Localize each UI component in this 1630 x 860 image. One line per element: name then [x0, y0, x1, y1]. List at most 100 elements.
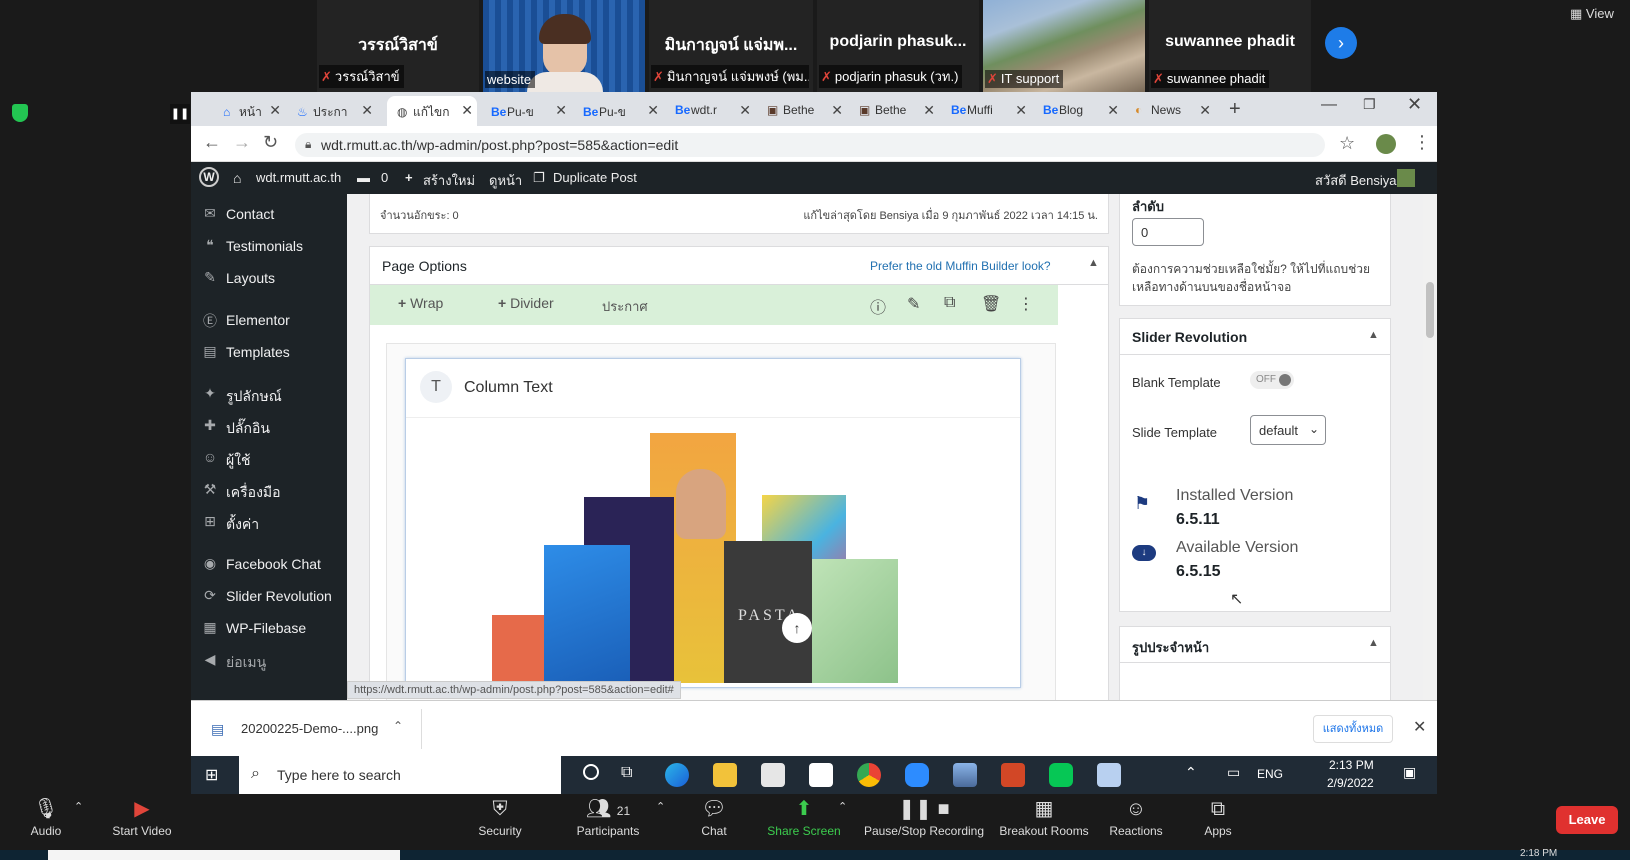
- more-options-icon[interactable]: ⋮: [1018, 294, 1034, 314]
- comment-count[interactable]: 0: [381, 170, 388, 185]
- duplicate-post-link[interactable]: Duplicate Post: [553, 170, 637, 185]
- wordpress-logo-icon[interactable]: W: [199, 167, 219, 187]
- edge-icon[interactable]: [665, 763, 689, 787]
- greeting-text[interactable]: สวัสดี Bensiya: [1315, 170, 1396, 191]
- show-all-downloads-button[interactable]: แสดงทั้งหมด: [1313, 715, 1393, 743]
- column-text-item[interactable]: T Column Text PASTA ↑: [405, 358, 1021, 688]
- network-icon[interactable]: ▭: [1227, 764, 1240, 781]
- start-video-button[interactable]: ▶︎ Start Video: [106, 794, 178, 838]
- participant-tile[interactable]: มินกาญจน์ แจ่มพ... ✗ มินกาญจน์ แจ่มพงษ์ (…: [649, 0, 813, 92]
- powerpoint-icon[interactable]: [1001, 763, 1025, 787]
- close-tab-icon[interactable]: ✕: [269, 102, 281, 119]
- audio-button[interactable]: 🎙︎ Audio: [26, 794, 66, 838]
- store-icon[interactable]: [761, 763, 785, 787]
- add-divider-button[interactable]: + Divider: [498, 295, 554, 311]
- prefer-old-builder-link[interactable]: Prefer the old Muffin Builder look?: [870, 259, 1051, 273]
- sidebar-item-tools[interactable]: ⚒ เครื่องมือ: [191, 474, 347, 506]
- duplicate-icon[interactable]: ⧉: [944, 294, 955, 312]
- minimize-window-button[interactable]: —: [1321, 96, 1337, 114]
- browser-tab[interactable]: ▣ Bethe ✕: [757, 96, 847, 126]
- browser-tab[interactable]: ▣ Bethe ✕: [849, 96, 939, 126]
- close-tab-icon[interactable]: ✕: [923, 102, 935, 119]
- sidebar-item-templates[interactable]: ▤ Templates: [191, 336, 347, 368]
- browser-tab-active[interactable]: ◍ แก้ไขก ✕: [387, 96, 477, 126]
- task-view-icon[interactable]: ⧉: [621, 764, 632, 782]
- sidebar-item-users[interactable]: ☺ ผู้ใช้: [191, 442, 347, 474]
- photos-icon[interactable]: [953, 763, 977, 787]
- sidebar-item-testimonials[interactable]: ❝ Testimonials: [191, 230, 347, 262]
- browser-tab[interactable]: Bewdt.r ✕: [665, 96, 755, 126]
- order-input[interactable]: 0: [1132, 218, 1204, 246]
- chevron-up-icon[interactable]: ⌃: [393, 719, 403, 733]
- collapse-arrow-icon[interactable]: ▲: [1368, 329, 1379, 341]
- sidebar-item-plugins[interactable]: ✚ ปลั๊กอิน: [191, 410, 347, 442]
- forward-button[interactable]: →: [233, 132, 251, 153]
- slider-panel-header[interactable]: Slider Revolution ▲: [1120, 319, 1390, 355]
- pause-stop-recording-button[interactable]: ❚❚ ■ Pause/Stop Recording: [862, 794, 986, 838]
- page-options-header[interactable]: Page Options Prefer the old Muffin Build…: [370, 247, 1108, 285]
- restore-window-button[interactable]: ❐: [1363, 96, 1376, 113]
- featured-panel-header[interactable]: รูปประจำหน้า ▲: [1120, 627, 1390, 663]
- participant-video-tile[interactable]: website: [483, 0, 645, 92]
- input-language[interactable]: ENG: [1257, 767, 1283, 781]
- next-page-button[interactable]: ›: [1325, 27, 1357, 59]
- browser-tab[interactable]: BeBlog ✕: [1033, 96, 1123, 126]
- participants-button[interactable]: 👥︎ 21 Participants: [572, 794, 644, 838]
- close-tab-icon[interactable]: ✕: [555, 102, 567, 119]
- blank-template-toggle[interactable]: OFF: [1250, 371, 1294, 389]
- url-field[interactable]: 🔒︎ wdt.rmutt.ac.th/wp-admin/post.php?pos…: [295, 133, 1325, 157]
- close-tab-icon[interactable]: ✕: [831, 102, 843, 119]
- leave-button[interactable]: Leave: [1556, 806, 1618, 834]
- browser-menu-button[interactable]: ⋮: [1413, 132, 1431, 153]
- notification-icon[interactable]: ▣: [1403, 764, 1416, 781]
- participant-video-tile[interactable]: ✗ IT support: [983, 0, 1145, 92]
- sidebar-item-elementor[interactable]: Ⓔ Elementor: [191, 304, 347, 336]
- security-button[interactable]: ⛨ Security: [472, 794, 528, 838]
- sidebar-item-layouts[interactable]: ✎ Layouts: [191, 262, 347, 294]
- view-page-link[interactable]: ดูหน้า: [489, 170, 522, 191]
- trash-icon[interactable]: 🗑︎: [981, 294, 1001, 314]
- line-app-icon[interactable]: [1049, 763, 1073, 787]
- slide-template-select[interactable]: default ⌄: [1250, 415, 1326, 445]
- browser-tab[interactable]: ♨ ประกา ✕: [287, 96, 377, 126]
- chat-button[interactable]: 💬︎ Chat: [694, 794, 734, 838]
- sidebar-item-appearance[interactable]: ✦ รูปลักษณ์: [191, 378, 347, 410]
- close-tab-icon[interactable]: ✕: [739, 102, 751, 119]
- share-screen-button[interactable]: ⬆︎ Share Screen: [766, 794, 842, 838]
- edit-pencil-icon[interactable]: ✎: [907, 294, 920, 314]
- sidebar-item-slider-revolution[interactable]: ⟳ Slider Revolution: [191, 580, 347, 612]
- share-options-chevron-icon[interactable]: ⌃: [838, 800, 847, 813]
- close-tab-icon[interactable]: ✕: [1015, 102, 1027, 119]
- site-name-link[interactable]: wdt.rmutt.ac.th: [256, 170, 341, 185]
- collapse-arrow-icon[interactable]: ▲: [1088, 257, 1099, 269]
- participant-tile[interactable]: podjarin phasuk... ✗ podjarin phasuk (วท.…: [817, 0, 979, 92]
- audio-options-chevron-icon[interactable]: ⌃: [74, 800, 83, 813]
- browser-tab[interactable]: ⌂ หน้า ✕: [213, 96, 285, 126]
- notepad-icon[interactable]: [1097, 763, 1121, 787]
- browser-tab[interactable]: BePu-ข ✕: [573, 96, 663, 126]
- breakout-rooms-button[interactable]: ▦ Breakout Rooms: [998, 794, 1090, 838]
- file-explorer-icon[interactable]: [713, 763, 737, 787]
- recording-pause-button[interactable]: ❚❚: [170, 104, 190, 124]
- collapse-arrow-icon[interactable]: ▲: [1368, 637, 1379, 649]
- participant-tile[interactable]: suwannee phadit ✗ suwannee phadit: [1149, 0, 1311, 92]
- info-icon[interactable]: ⓘ: [870, 294, 886, 318]
- participant-tile[interactable]: วรรณ์วิสาข์ ✗ วรรณ์วิสาข์: [317, 0, 479, 92]
- close-window-button[interactable]: ✕: [1407, 94, 1422, 115]
- reactions-button[interactable]: ☺ Reactions: [1106, 794, 1166, 838]
- show-hidden-icons[interactable]: ⌃: [1185, 764, 1197, 781]
- reload-button[interactable]: ↻: [263, 132, 278, 153]
- close-download-bar-icon[interactable]: ✕: [1413, 717, 1426, 737]
- user-avatar[interactable]: [1397, 169, 1415, 187]
- view-button[interactable]: ▦ View: [1570, 6, 1614, 22]
- windows-start-icon[interactable]: ⊞: [205, 765, 218, 785]
- scrollbar-thumb[interactable]: [1426, 282, 1434, 338]
- taskbar-search-box[interactable]: ⌕ Type here to search: [239, 756, 561, 794]
- browser-tab[interactable]: BeMuffi ✕: [941, 96, 1031, 126]
- close-tab-icon[interactable]: ✕: [1107, 102, 1119, 119]
- participants-options-chevron-icon[interactable]: ⌃: [656, 800, 665, 813]
- new-tab-button[interactable]: +: [1229, 98, 1241, 121]
- download-filename[interactable]: 20200225-Demo-....png: [241, 721, 378, 736]
- close-tab-icon[interactable]: ✕: [461, 102, 473, 119]
- mail-icon[interactable]: [809, 763, 833, 787]
